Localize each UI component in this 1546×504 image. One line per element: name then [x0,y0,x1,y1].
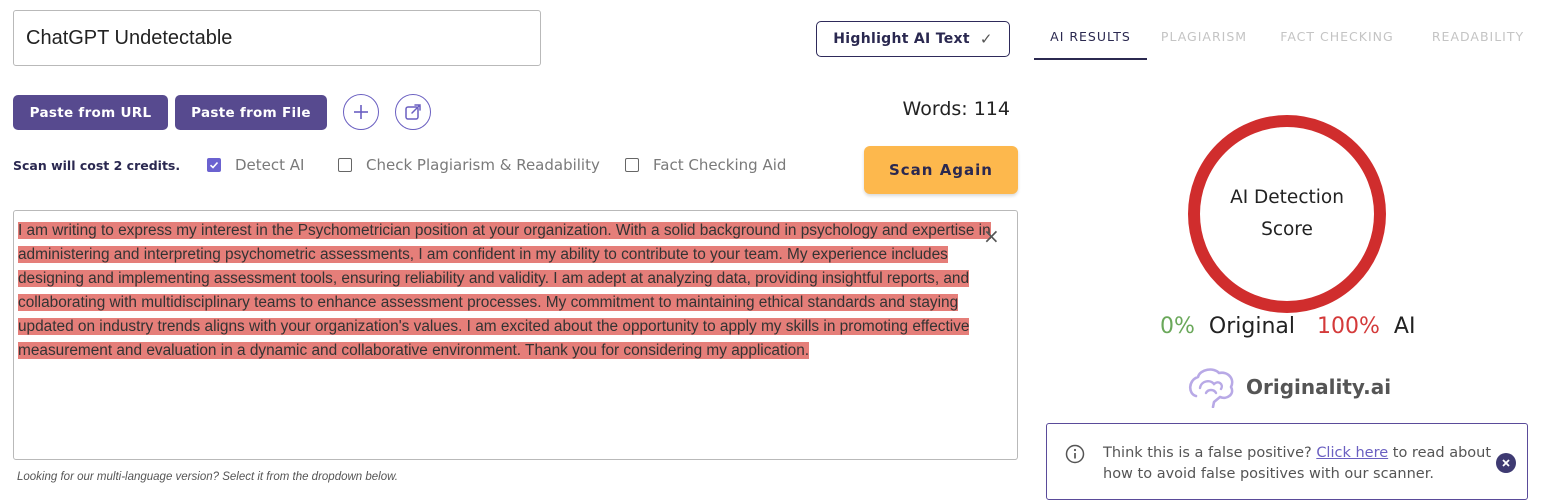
notice-prefix: Think this is a false positive? [1103,445,1317,461]
close-notice-button[interactable] [1496,453,1516,473]
original-label: Original [1208,314,1295,339]
editor-content: I am writing to express my interest in t… [18,219,1013,363]
highlight-ai-text-label: Highlight AI Text [833,31,970,47]
info-icon [1065,444,1085,464]
word-count: Words: 114 [902,98,1010,120]
original-percent: 0% [1160,314,1195,339]
share-icon [405,104,421,120]
plagiarism-readability-label: Check Plagiarism & Readability [366,156,600,174]
ai-percent: 100% [1317,314,1380,339]
add-button[interactable] [343,94,379,130]
fact-checking-checkbox[interactable]: Fact Checking Aid [625,156,786,174]
document-title-input[interactable] [13,10,541,66]
text-editor[interactable]: I am writing to express my interest in t… [13,210,1018,460]
plus-icon [354,105,368,119]
share-button[interactable] [395,94,431,130]
tab-fact-checking[interactable]: FACT CHECKING [1272,20,1402,60]
clear-text-icon[interactable]: × [983,226,1000,246]
scan-again-button[interactable]: Scan Again [864,146,1018,194]
paste-from-file-button[interactable]: Paste from File [175,95,327,130]
checkbox-unchecked-icon [625,158,639,172]
score-label-line2: Score [1261,219,1313,240]
detect-ai-label: Detect AI [235,156,305,174]
detect-ai-checkbox[interactable]: Detect AI [207,156,304,174]
paste-from-url-button[interactable]: Paste from URL [13,95,168,130]
false-positive-notice: Think this is a false positive? Click he… [1046,423,1528,500]
plagiarism-readability-checkbox[interactable]: Check Plagiarism & Readability [338,156,600,174]
tab-readability[interactable]: READABILITY [1424,20,1532,60]
tab-ai-results[interactable]: AI RESULTS [1034,20,1147,60]
ai-detection-score-ring: AI Detection Score [1188,115,1386,313]
click-here-link[interactable]: Click here [1316,445,1388,461]
fact-checking-label: Fact Checking Aid [653,156,787,174]
multi-language-note: Looking for our multi-language version? … [17,471,398,483]
checkbox-checked-icon [207,158,221,172]
brand-name: Originality.ai [1246,375,1392,399]
tab-plagiarism[interactable]: PLAGIARISM [1151,20,1257,60]
score-summary: 0% Original 100% AI [1160,314,1415,339]
close-icon [1502,459,1510,467]
originality-logo: Originality.ai [1186,366,1391,408]
checkmark-icon: ✓ [979,30,993,48]
notice-message: Think this is a false positive? Click he… [1103,443,1493,485]
checkbox-unchecked-icon [338,158,352,172]
brain-icon [1188,368,1234,408]
scan-cost-text: Scan will cost 2 credits. [13,158,181,173]
results-tabs: AI RESULTS PLAGIARISM FACT CHECKING READ… [1034,20,1546,60]
ai-label: AI [1393,314,1416,339]
highlight-ai-text-button[interactable]: Highlight AI Text ✓ [816,21,1010,57]
ai-highlighted-text: I am writing to express my interest in t… [18,222,991,359]
score-label-line1: AI Detection [1230,187,1344,208]
